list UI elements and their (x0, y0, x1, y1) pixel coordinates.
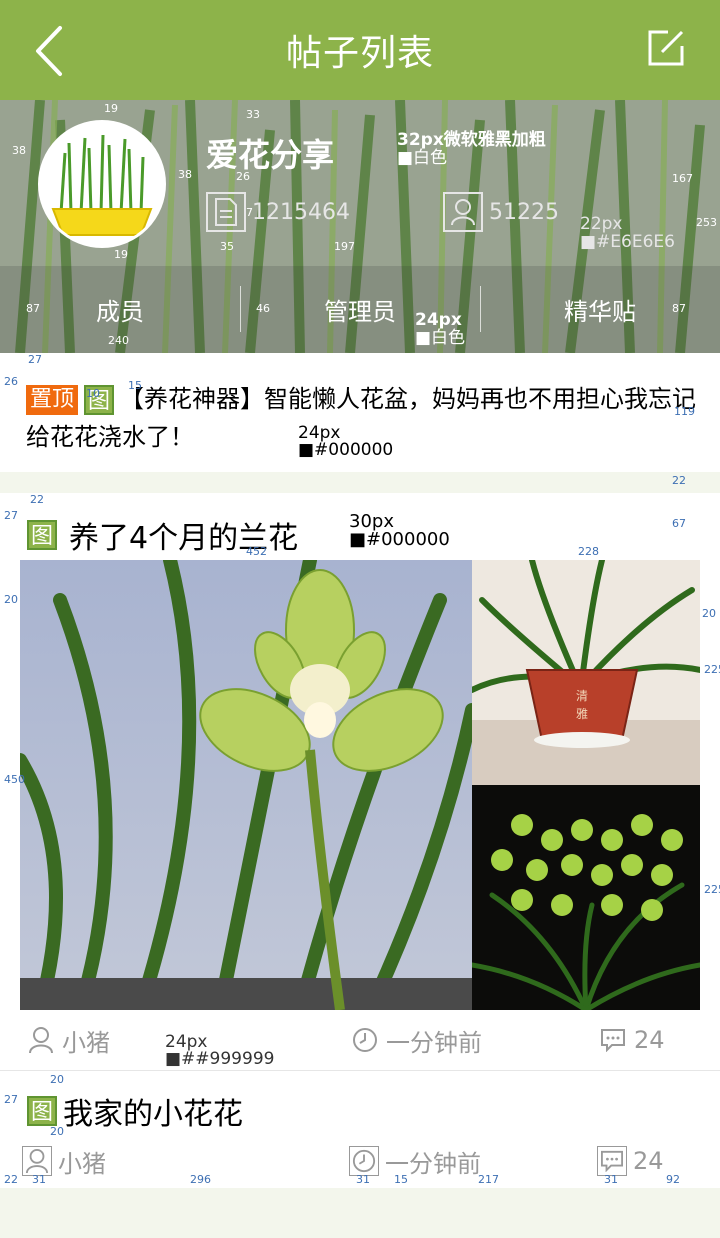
post-card[interactable]: 图 我家的小花花 小猪 一分钟前 24 27 20 20 22 31 296 3… (0, 1070, 720, 1188)
post-author[interactable]: 小猪 (26, 1018, 110, 1062)
dim-label: 450 (4, 773, 25, 786)
svg-text:清: 清 (576, 689, 588, 703)
dim-label: 31 (356, 1173, 370, 1186)
dim-label: 31 (32, 1173, 46, 1186)
dim-label: 92 (666, 1173, 680, 1186)
dim-label: 87 (26, 302, 40, 315)
dim-label: 119 (674, 405, 695, 418)
name-color-annotation: ■白色 (397, 148, 448, 168)
post-author-name: 小猪 (62, 1028, 110, 1057)
dim-label: 217 (478, 1173, 499, 1186)
svg-text:雅: 雅 (576, 706, 588, 721)
post-comments[interactable]: 24 (598, 1018, 665, 1062)
dim-label: 452 (246, 545, 267, 558)
person-icon (443, 192, 483, 232)
dim-label: 296 (190, 1173, 211, 1186)
post-time-text: 一分钟前 (386, 1028, 482, 1057)
post-comment-count: 24 (633, 1147, 664, 1175)
dim-label: 20 (50, 1073, 64, 1086)
clock-icon (350, 1025, 380, 1055)
post-title-text: 我家的小花花 (63, 1097, 244, 1132)
dim-label: 167 (672, 172, 693, 185)
dim-label: 67 (672, 517, 686, 530)
dim-label: 15 (128, 379, 142, 392)
stat-color-annotation: ■#E6E6E6 (580, 232, 675, 252)
dim-label: 225 (704, 883, 720, 896)
dim-label: 27 (4, 509, 18, 522)
dim-label: 26 (4, 375, 18, 388)
edit-icon[interactable] (646, 28, 686, 68)
post-photo-potted-orchid[interactable]: 清 雅 (472, 560, 700, 785)
post-photo-main[interactable] (20, 560, 472, 1010)
dim-label: 20 (702, 607, 716, 620)
person-icon (26, 1025, 56, 1055)
post-meta: 小猪 24px ■##999999 一分钟前 24 (0, 1018, 720, 1068)
title-color-annotation: ■#000000 (349, 529, 450, 550)
dim-label: 38 (12, 144, 26, 157)
dim-label: 19 (104, 102, 118, 115)
dim-label: 7 (246, 206, 253, 219)
dim-label: 20 (50, 1125, 64, 1138)
group-avatar[interactable] (38, 120, 166, 248)
dim-label: 35 (220, 240, 234, 253)
group-name: 爱花分享 (206, 136, 335, 174)
post-author-name: 小猪 (58, 1149, 106, 1178)
dim-label: 10 (86, 387, 100, 400)
image-tag: 图 (27, 520, 58, 550)
dim-label: 19 (114, 248, 128, 261)
top-bar: 帖子列表 (0, 0, 720, 100)
document-icon (206, 192, 246, 232)
dim-label: 240 (108, 334, 129, 347)
meta-color-annotation: ■##999999 (165, 1049, 275, 1069)
dim-label: 46 (256, 302, 270, 315)
dim-label: 38 (178, 168, 192, 181)
clock-icon (349, 1146, 379, 1176)
comment-icon (598, 1025, 628, 1055)
dim-label: 31 (604, 1173, 618, 1186)
post-time: 一分钟前 (350, 1018, 482, 1062)
dim-label: 197 (334, 240, 355, 253)
dim-label: 22 (4, 1173, 18, 1186)
dim-label: 26 (236, 170, 250, 183)
post-comment-count: 24 (634, 1026, 665, 1054)
dim-label: 20 (4, 593, 18, 606)
pinned-tag: 置顶 (26, 385, 79, 415)
pinned-post[interactable]: 置顶图【养花神器】智能懒人花盆，妈妈再也不用担心我忘记给花花浇水了！ 24px … (0, 353, 720, 472)
dim-label: 228 (578, 545, 599, 558)
dim-label: 87 (672, 302, 686, 315)
group-header: 爱花分享 32px微软雅黑加粗 ■白色 1215464 51225 22px ■… (0, 100, 720, 353)
dim-label: 27 (4, 1093, 18, 1106)
dim-label: 33 (246, 108, 260, 121)
post-card[interactable]: 图 养了4个月的兰花 30px ■#000000 清 雅 452 228 20 … (0, 493, 720, 1070)
post-count-value: 1215464 (252, 199, 350, 225)
dim-label: 27 (28, 353, 42, 366)
post-count: 1215464 (206, 192, 350, 232)
pinned-color-annotation: ■#000000 (298, 440, 394, 460)
comment-icon (597, 1146, 627, 1176)
member-count-value: 51225 (489, 199, 559, 225)
post-photo-orchid-bloom[interactable] (472, 785, 700, 1010)
dim-label: 22 (30, 493, 44, 506)
dim-label: 253 (696, 216, 717, 229)
image-tag: 图 (27, 1096, 58, 1126)
dim-label: 225 (704, 663, 720, 676)
member-count: 51225 (443, 192, 559, 232)
tab-color-annotation: ■白色 (415, 328, 466, 348)
person-icon (22, 1146, 52, 1176)
page-title: 帖子列表 (285, 33, 434, 74)
dim-label: 22 (672, 474, 686, 487)
dim-label: 15 (394, 1173, 408, 1186)
